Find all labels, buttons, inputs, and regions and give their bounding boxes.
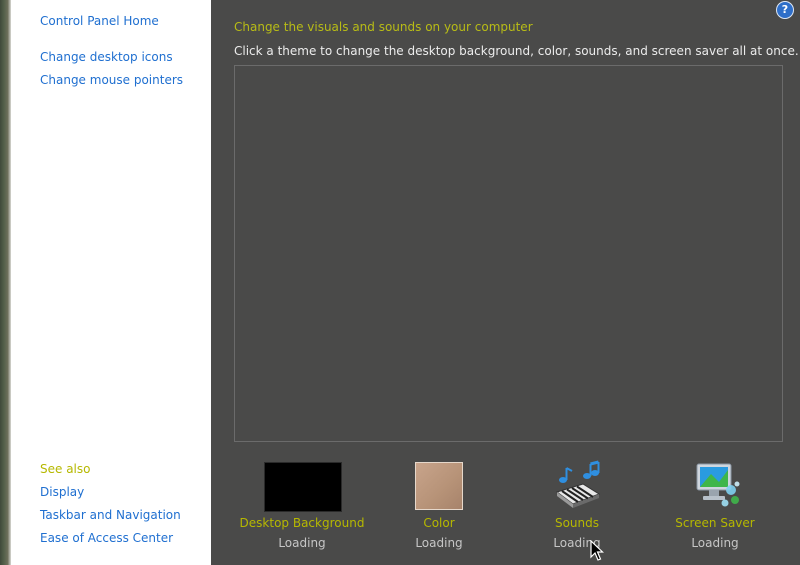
left-task-pane: Control Panel Home Change desktop icons … <box>11 0 211 565</box>
taskbar-and-navigation-link[interactable]: Taskbar and Navigation <box>40 508 181 522</box>
monitor-screensaver-icon <box>696 463 740 507</box>
desktop-background-tile[interactable]: Desktop Background Loading <box>232 460 372 560</box>
color-preview <box>415 462 463 510</box>
sounds-status: Loading <box>553 536 601 550</box>
sounds-label: Sounds <box>554 516 600 530</box>
desktop-background-status: Loading <box>278 536 326 550</box>
desktop-edge-strip <box>0 0 11 565</box>
sounds-tile[interactable]: Sounds Loading <box>507 460 647 560</box>
screen-saver-status: Loading <box>691 536 739 550</box>
music-keyboard-icon <box>555 460 601 508</box>
change-desktop-icons-link[interactable]: Change desktop icons <box>40 50 173 64</box>
mouse-pointer-icon <box>590 540 604 561</box>
display-link[interactable]: Display <box>40 485 84 499</box>
screen-saver-label: Screen Saver <box>675 516 755 530</box>
control-panel-home-link[interactable]: Control Panel Home <box>40 14 159 28</box>
help-icon[interactable]: ? <box>776 1 794 19</box>
desktop-background-label: Desktop Background <box>239 516 365 530</box>
desktop-background-preview <box>264 462 342 512</box>
see-also-heading: See also <box>40 462 91 476</box>
page-title: Change the visuals and sounds on your co… <box>234 20 533 34</box>
personalization-main-pane: ? Change the visuals and sounds on your … <box>211 0 800 565</box>
color-status: Loading <box>415 536 463 550</box>
theme-list[interactable] <box>234 65 783 442</box>
color-tile[interactable]: Color Loading <box>369 460 509 560</box>
color-label: Color <box>423 516 455 530</box>
screen-saver-tile[interactable]: Screen Saver Loading <box>645 460 785 560</box>
change-mouse-pointers-link[interactable]: Change mouse pointers <box>40 73 183 87</box>
page-instructions: Click a theme to change the desktop back… <box>234 44 799 58</box>
ease-of-access-center-link[interactable]: Ease of Access Center <box>40 531 173 545</box>
